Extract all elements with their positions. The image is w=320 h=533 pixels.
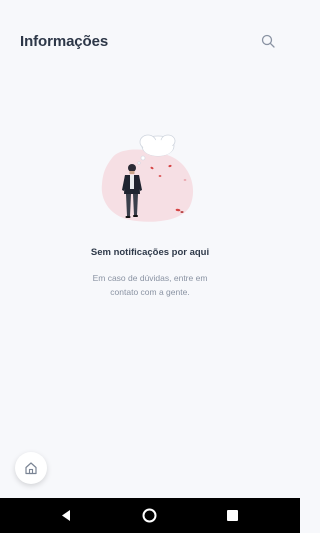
search-icon	[261, 34, 275, 48]
empty-state-description: Em caso de dúvidas, entre em contato com…	[92, 273, 208, 297]
back-triangle-icon[interactable]	[58, 507, 75, 524]
system-navigation-bar	[0, 498, 300, 533]
search-button[interactable]	[258, 31, 278, 51]
app-screen: Informações Sem notificações por aqui Em…	[0, 0, 300, 498]
home-button[interactable]	[15, 452, 47, 484]
empty-state-title: Sem notificações por aqui	[90, 247, 210, 258]
empty-notifications-illustration	[101, 134, 194, 222]
home-circle-icon[interactable]	[141, 507, 158, 524]
home-icon	[25, 462, 37, 475]
recents-square-icon[interactable]	[224, 507, 241, 524]
page-title: Informações	[20, 33, 109, 50]
